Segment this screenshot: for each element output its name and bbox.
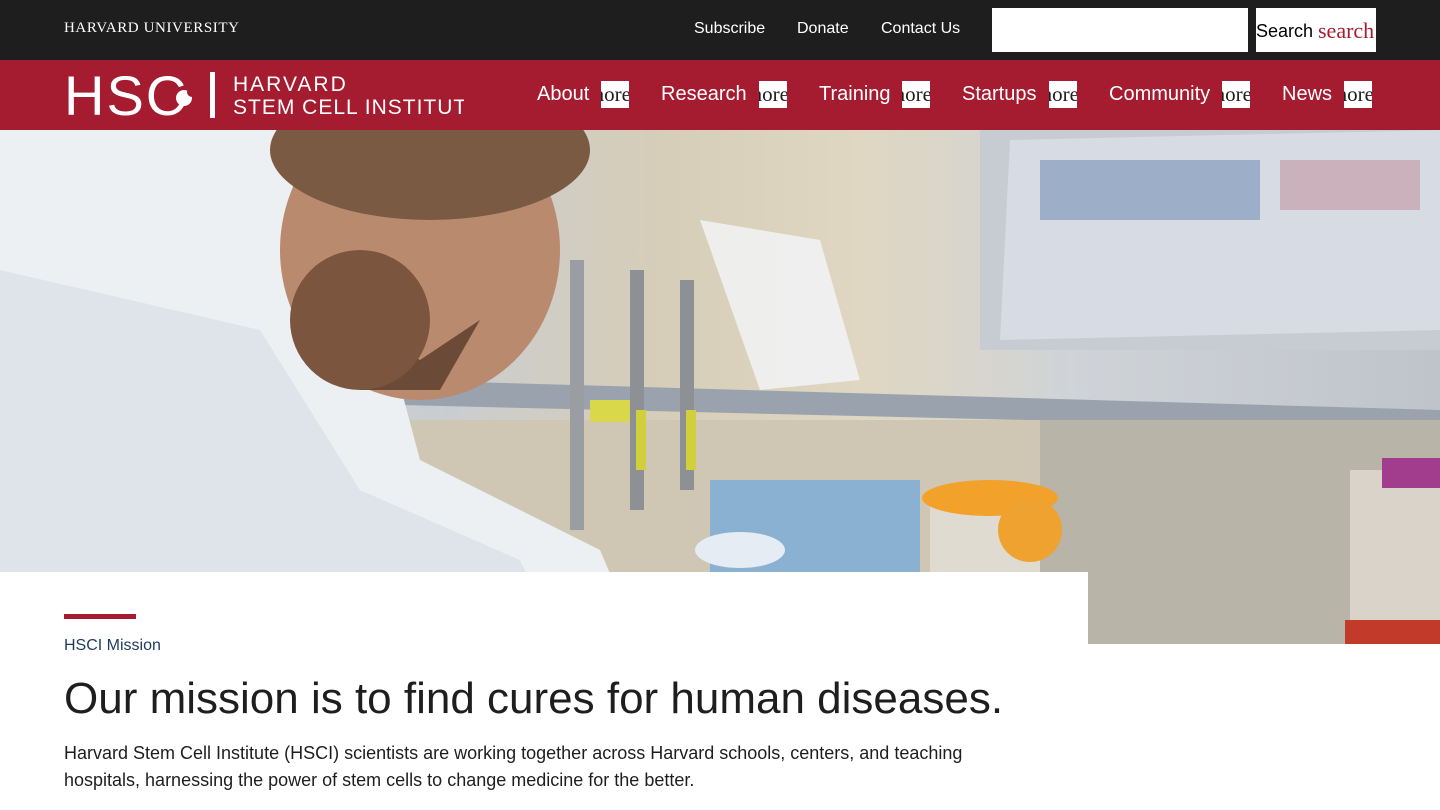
contact-us-link[interactable]: Contact Us — [881, 20, 960, 38]
nav-item-community[interactable]: Community expand_more — [1109, 60, 1250, 130]
nav-item-about[interactable]: About expand_more — [537, 60, 629, 130]
chevron-down-icon[interactable]: expand_more — [1344, 81, 1372, 108]
chevron-down-icon[interactable]: expand_more — [759, 81, 787, 108]
chevron-down-icon[interactable]: expand_more — [902, 81, 930, 108]
donate-link[interactable]: Donate — [797, 20, 849, 38]
nav-label-community: Community — [1109, 83, 1211, 105]
nav-label-training: Training — [819, 83, 891, 105]
utility-bar: HARVARD UNIVERSITY Subscribe Donate Cont… — [0, 0, 1440, 60]
subscribe-link[interactable]: Subscribe — [694, 20, 765, 38]
hero-image — [0, 130, 1440, 644]
harvard-university-link[interactable]: HARVARD UNIVERSITY — [64, 20, 240, 37]
nav-item-startups[interactable]: Startups expand_more — [962, 60, 1077, 130]
nav-label-news: News — [1282, 83, 1333, 105]
nav-item-training[interactable]: Training expand_more — [819, 60, 930, 130]
main-navigation: HSC HARVARD STEM CELL INSTITUTE About ex… — [0, 60, 1440, 130]
search-button-label: Search — [1256, 21, 1314, 41]
mission-eyebrow: HSCI Mission — [64, 637, 161, 654]
nav-label-startups: Startups — [962, 83, 1037, 105]
mission-section: HSCI Mission Our mission is to find cure… — [0, 572, 1088, 810]
chevron-down-icon[interactable]: expand_more — [601, 81, 629, 108]
logo-line1: HARVARD — [233, 73, 348, 96]
chevron-down-icon[interactable]: expand_more — [1222, 81, 1250, 108]
logo-line2: STEM CELL INSTITUTE — [233, 96, 464, 119]
nav-label-research: Research — [661, 83, 747, 105]
nav-item-research[interactable]: Research expand_more — [661, 60, 787, 130]
hsci-logo[interactable]: HSC HARVARD STEM CELL INSTITUTE — [64, 64, 481, 127]
nav-label-about: About — [537, 83, 590, 105]
mission-headline: Our mission is to find cures for human d… — [64, 674, 1004, 723]
chevron-down-icon[interactable]: expand_more — [1049, 81, 1077, 108]
logo-mark-text: HSC — [64, 68, 188, 124]
search-icon: search — [1318, 18, 1375, 43]
nav-item-news[interactable]: News expand_more — [1282, 60, 1372, 130]
search-input[interactable] — [992, 8, 1248, 52]
mission-body: Harvard Stem Cell Institute (HSCI) scien… — [64, 743, 963, 790]
section-accent-rule — [64, 614, 136, 619]
search-button[interactable]: Search search — [1256, 8, 1376, 52]
